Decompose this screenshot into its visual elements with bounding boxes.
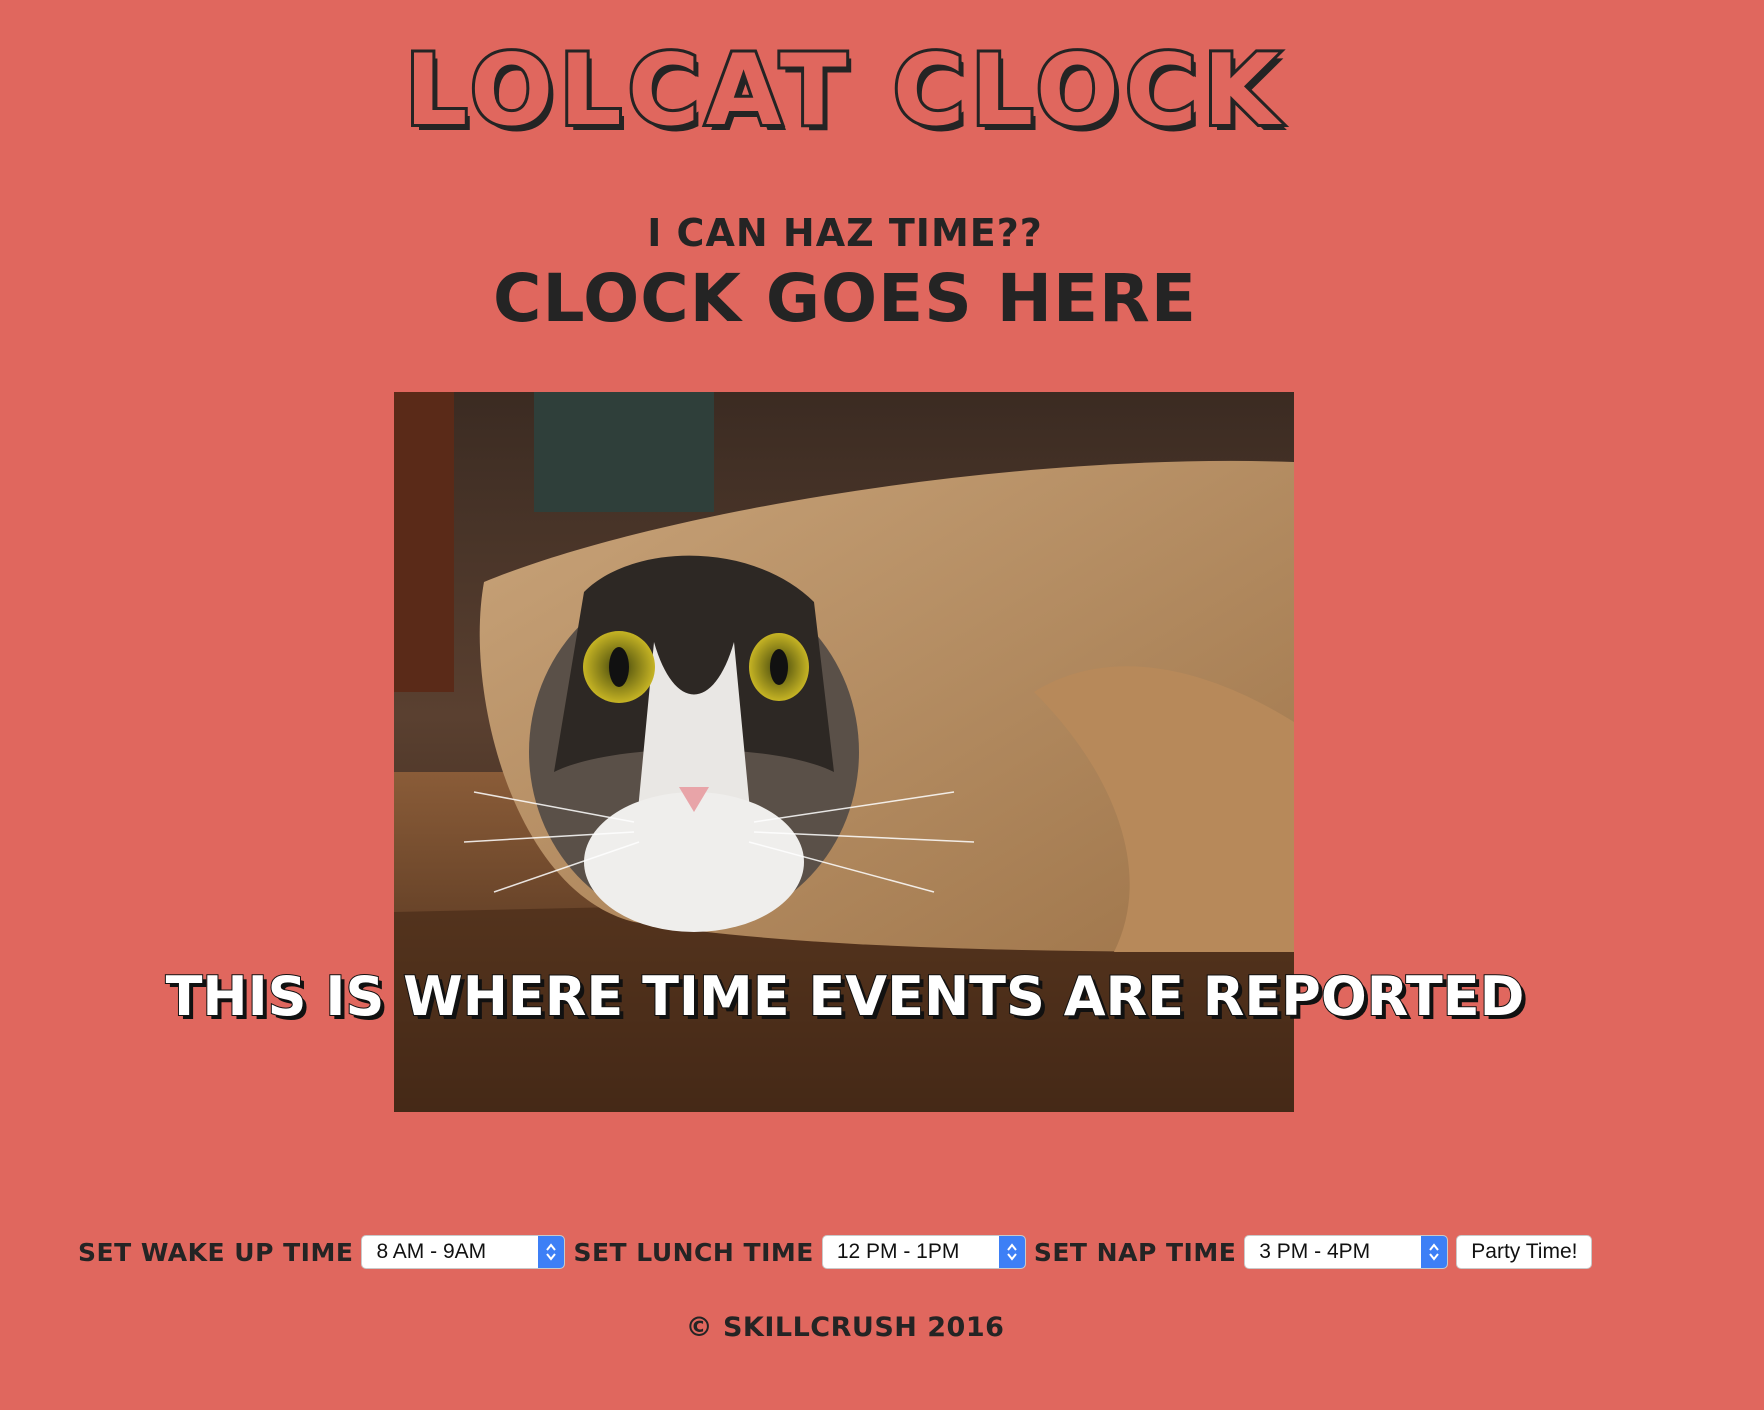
wake-up-select[interactable]: 8 AM - 9AM (361, 1235, 566, 1269)
time-controls: Set wake up time 8 AM - 9AM Set lunch ti… (78, 1234, 1593, 1270)
lunch-value: 12 PM - 1PM (836, 1240, 960, 1263)
time-events-report: This is where time events are reported (165, 965, 1526, 1028)
party-time-button[interactable]: Party Time! (1456, 1235, 1593, 1269)
lunch-label: Set lunch time (573, 1237, 814, 1267)
wake-up-value: 8 AM - 9AM (376, 1240, 487, 1263)
nap-select[interactable]: 3 PM - 4PM (1244, 1235, 1449, 1269)
nap-value: 3 PM - 4PM (1259, 1240, 1371, 1263)
clock-display: Clock goes here (493, 260, 1197, 337)
select-arrows-icon (538, 1236, 565, 1268)
select-arrows-icon (1421, 1236, 1448, 1268)
nap-label: Set nap time (1033, 1237, 1237, 1267)
subtitle: I can haz time?? (647, 211, 1043, 255)
footer-copyright: © Skillcrush 2016 (685, 1312, 1005, 1343)
wake-up-label: Set wake up time (78, 1237, 354, 1267)
lunch-select[interactable]: 12 PM - 1PM (821, 1235, 1026, 1269)
site-logo: Lolcat Clock (402, 34, 1285, 148)
select-arrows-icon (998, 1236, 1025, 1268)
